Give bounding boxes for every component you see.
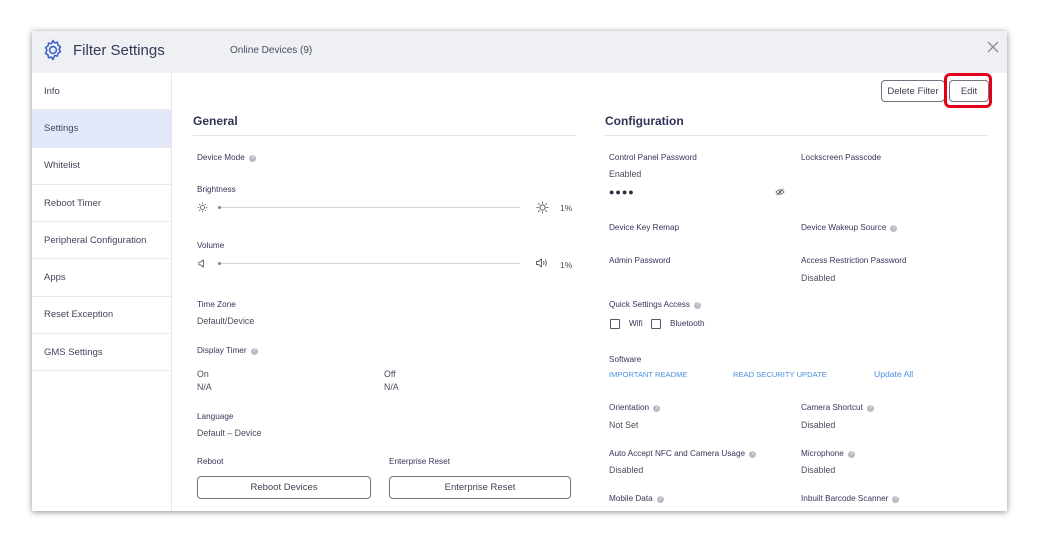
brightness-low-icon [197, 202, 208, 213]
auto-accept-nfc-value: Disabled [609, 465, 644, 475]
control-panel-password-label: Control Panel Password [609, 153, 697, 162]
filter-settings-dialog: Filter Settings Online Devices (9) Info … [32, 31, 1007, 511]
help-icon[interactable]: ? [866, 405, 874, 412]
help-icon[interactable]: ? [890, 225, 898, 232]
update-all-link[interactable]: Update All [874, 369, 913, 379]
volume-high-icon [536, 258, 547, 268]
time-zone-label: Time Zone [197, 300, 236, 309]
online-devices-label[interactable]: Online Devices (9) [230, 45, 312, 56]
inbuilt-barcode-scanner-label: Inbuilt Barcode Scanner? [801, 494, 900, 503]
quick-settings-access-label: Quick Settings Access? [609, 300, 701, 309]
orientation-label: Orientation? [609, 403, 661, 412]
help-icon[interactable]: ? [653, 405, 661, 412]
help-icon[interactable]: ? [892, 496, 900, 503]
display-timer-off-label: Off [384, 369, 396, 379]
brightness-value: 1% [560, 203, 573, 213]
control-panel-password-status: Enabled [609, 169, 642, 179]
display-timer-on-label: On [197, 369, 209, 379]
brightness-slider[interactable] [218, 207, 520, 208]
main-content: Delete Filter Edit General Device Mode? … [173, 73, 1007, 511]
display-timer-off-value: N/A [384, 382, 399, 392]
sidebar-item-apps[interactable]: Apps [32, 259, 171, 297]
reboot-devices-button[interactable]: Reboot Devices [197, 476, 371, 499]
help-icon[interactable]: ? [749, 451, 757, 458]
camera-shortcut-value: Disabled [801, 420, 836, 430]
auto-accept-nfc-label: Auto Accept NFC and Camera Usage? [609, 449, 757, 458]
sidebar-item-reset-exception[interactable]: Reset Exception [32, 297, 171, 335]
sidebar-item-info[interactable]: Info [32, 73, 171, 111]
gear-icon [44, 39, 62, 61]
microphone-label: Microphone? [801, 449, 855, 458]
time-zone-value: Default/Device [197, 316, 255, 326]
help-icon[interactable]: ? [847, 451, 855, 458]
help-icon[interactable]: ? [656, 496, 664, 503]
bluetooth-checkbox[interactable] [651, 319, 661, 329]
sidebar: Info Settings Whitelist Reboot Timer Per… [32, 73, 172, 511]
display-timer-on-value: N/A [197, 382, 212, 392]
important-readme-link[interactable]: IMPORTANT README [609, 370, 687, 379]
sidebar-item-peripheral-configuration[interactable]: Peripheral Configuration [32, 222, 171, 260]
camera-shortcut-label: Camera Shortcut? [801, 403, 874, 412]
language-label: Language [197, 412, 234, 421]
volume-low-icon [198, 259, 204, 268]
brightness-high-icon [536, 201, 549, 214]
reboot-label: Reboot [197, 457, 224, 466]
help-icon[interactable]: ? [250, 348, 258, 355]
sidebar-item-whitelist[interactable]: Whitelist [32, 148, 171, 185]
software-label: Software [609, 355, 642, 364]
device-mode-label: Device Mode? [197, 153, 256, 162]
volume-slider[interactable] [218, 263, 520, 264]
sidebar-item-gms-settings[interactable]: GMS Settings [32, 334, 171, 372]
configuration-section-title: Configuration [605, 114, 684, 128]
language-value: Default – Device [197, 428, 262, 438]
device-wakeup-source-label: Device Wakeup Source? [801, 223, 898, 232]
volume-label: Volume [197, 241, 225, 250]
sidebar-item-settings[interactable]: Settings [32, 110, 171, 148]
close-icon[interactable] [985, 39, 1001, 55]
volume-slider-handle[interactable] [218, 262, 221, 265]
brightness-label: Brightness [197, 185, 236, 194]
eye-off-icon[interactable] [775, 187, 785, 197]
delete-filter-button[interactable]: Delete Filter [881, 80, 945, 102]
help-icon[interactable]: ? [694, 302, 701, 309]
read-security-update-link[interactable]: READ SECURITY UPDATE [733, 370, 827, 379]
help-icon[interactable]: ? [248, 155, 256, 162]
lockscreen-passcode-label: Lockscreen Passcode [801, 153, 882, 162]
display-timer-label: Display Timer? [197, 346, 258, 355]
admin-password-label: Admin Password [609, 256, 671, 265]
volume-value: 1% [560, 260, 573, 270]
control-panel-password-value: ●●●● [609, 187, 635, 197]
dialog-header: Filter Settings Online Devices (9) [32, 31, 1007, 73]
wifi-checkbox[interactable] [610, 319, 620, 329]
orientation-value: Not Set [609, 420, 639, 430]
access-restriction-password-value: Disabled [801, 273, 836, 283]
edit-highlight [944, 73, 992, 108]
microphone-value: Disabled [801, 465, 836, 475]
wifi-label: Wifi [629, 319, 643, 328]
bluetooth-label: Bluetooth [670, 319, 705, 328]
access-restriction-password-label: Access Restriction Password [801, 256, 907, 265]
general-section-title: General [193, 114, 238, 128]
page-title: Filter Settings [73, 42, 165, 59]
enterprise-reset-label: Enterprise Reset [389, 457, 450, 466]
device-key-remap-label: Device Key Remap [609, 223, 680, 232]
general-divider [193, 135, 576, 136]
configuration-divider [605, 135, 987, 136]
brightness-slider-handle[interactable] [218, 206, 221, 209]
mobile-data-label: Mobile Data? [609, 494, 664, 503]
sidebar-item-reboot-timer[interactable]: Reboot Timer [32, 185, 171, 223]
enterprise-reset-button[interactable]: Enterprise Reset [389, 476, 571, 499]
